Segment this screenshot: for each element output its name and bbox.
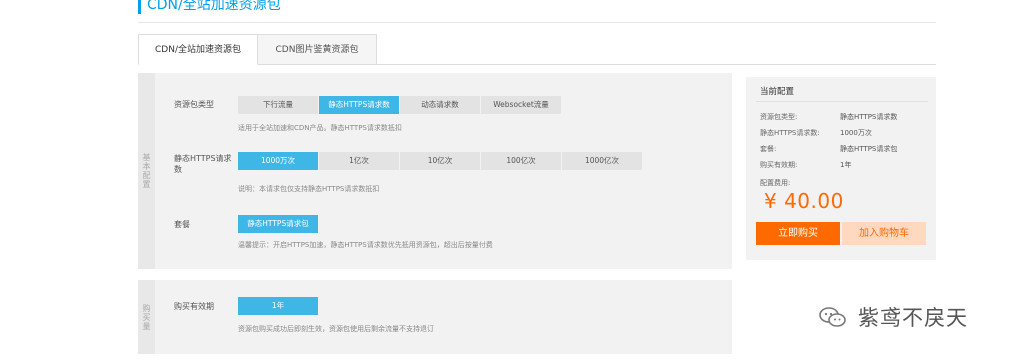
config-row: 资源包类型: 静态HTTPS请求数 [760, 112, 897, 122]
plan-label: 套餐 [174, 220, 190, 229]
duration-label: 购买有效期 [174, 302, 214, 311]
config-divider [756, 101, 928, 102]
config-value: 1年 [840, 161, 852, 169]
watermark: 紫鸢不戾天 [818, 302, 968, 332]
option-static-https-requests[interactable]: 静态HTTPS请求数 [319, 96, 399, 114]
watermark-text: 紫鸢不戾天 [858, 306, 968, 330]
fee-label: 配置费用: [760, 179, 791, 187]
request-count-options[interactable]: 1000万次 1亿次 10亿次 100亿次 1000亿次 [238, 152, 643, 170]
option-10b[interactable]: 100亿次 [481, 152, 561, 170]
tab-cdn-package[interactable]: CDN/全站加速资源包 [138, 34, 258, 65]
option-1-year[interactable]: 1年 [238, 297, 318, 315]
buy-now-button[interactable]: 立即购买 [756, 222, 840, 245]
price-value: ¥ 40.00 [764, 189, 844, 213]
current-config-panel: 当前配置 资源包类型: 静态HTTPS请求数 静态HTTPS请求数: 1000万… [746, 77, 936, 260]
option-dynamic-requests[interactable]: 动态请求数 [400, 96, 480, 114]
config-row: 静态HTTPS请求数: 1000万次 [760, 128, 872, 138]
duration-hint: 资源包购买成功后即刻生效，资源包使用后剩余流量不支持退订 [238, 325, 434, 333]
add-to-cart-button[interactable]: 加入购物车 [842, 222, 926, 245]
side-label-text: 基本配置 [142, 153, 151, 189]
tab-cdn-image-review-package[interactable]: CDN图片鉴黄资源包 [257, 34, 377, 65]
option-static-https-package[interactable]: 静态HTTPS请求包 [238, 215, 318, 233]
page-title: CDN/全站加速资源包 [138, 0, 281, 14]
side-label: 基本配置 [138, 73, 155, 269]
config-title: 当前配置 [760, 87, 795, 97]
config-key: 静态HTTPS请求数: [760, 129, 820, 137]
config-row: 购买有效期: 1年 [760, 160, 851, 170]
option-100m[interactable]: 1亿次 [319, 152, 399, 170]
title-divider [138, 22, 936, 23]
basic-config-panel: 基本配置 资源包类型 下行流量 静态HTTPS请求数 动态请求数 Websock… [138, 73, 732, 269]
config-key: 购买有效期: [760, 161, 798, 169]
config-key: 资源包类型: [760, 113, 798, 121]
package-type-hint: 适用于全站加速和CDN产品。静态HTTPS请求数抵扣 [238, 124, 402, 132]
wechat-icon [819, 307, 846, 327]
side-label-purchase: 购买量 [138, 280, 155, 354]
side-label-purchase-text: 购买量 [142, 303, 151, 331]
request-count-hint: 说明：本请求包仅支持静态HTTPS请求数抵扣 [238, 185, 380, 193]
config-row: 套餐: 静态HTTPS请求包 [760, 144, 897, 154]
config-value: 1000万次 [840, 129, 872, 137]
config-key: 套餐: [760, 145, 777, 153]
plan-options: 静态HTTPS请求包 [238, 215, 319, 233]
duration-options: 1年 [238, 297, 319, 315]
package-type-options: 下行流量 静态HTTPS请求数 动态请求数 Websocket流量 [238, 96, 562, 114]
request-count-label: 静态HTTPS请求数 [174, 154, 232, 174]
option-1b[interactable]: 10亿次 [400, 152, 480, 170]
option-downstream-traffic[interactable]: 下行流量 [238, 96, 318, 114]
config-value: 静态HTTPS请求包 [840, 145, 898, 153]
config-value: 静态HTTPS请求数 [840, 113, 898, 121]
option-100b[interactable]: 1000亿次 [562, 152, 642, 170]
page: CDN/全站加速资源包 CDN/全站加速资源包 CDN图片鉴黄资源包 基本配置 … [0, 0, 1024, 364]
option-websocket-traffic[interactable]: Websocket流量 [481, 96, 561, 114]
package-type-label: 资源包类型 [174, 100, 214, 109]
purchase-panel: 购买量 购买有效期 1年 资源包购买成功后即刻生效，资源包使用后剩余流量不支持退… [138, 280, 732, 354]
plan-hint: 温馨提示：开启HTTPS加速，静态HTTPS请求数优先抵用资源包，超出后按量付费 [238, 241, 493, 249]
tab-bar: CDN/全站加速资源包 CDN图片鉴黄资源包 [138, 34, 377, 65]
option-10m[interactable]: 1000万次 [238, 152, 318, 170]
